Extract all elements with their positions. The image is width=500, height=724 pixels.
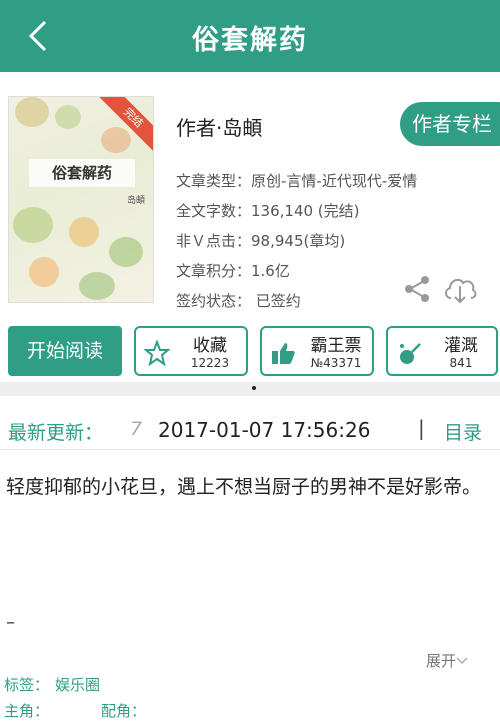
meta-word-count: 全文字数：136,140 (完结) (176, 202, 360, 220)
author-column-button[interactable]: 作者专栏 (400, 102, 500, 146)
tags-row: 标签： 娱乐圈 (4, 674, 100, 695)
cover-author: 岛頔 (127, 196, 146, 206)
meta-type: 文章类型：原创-言情-近代现代-爱情 (176, 172, 418, 190)
book-meta: 文章类型：原创-言情-近代现代-爱情 全文字数：136,140 (完结) 非Ｖ点… (176, 166, 417, 316)
page-indicator-dot (252, 386, 256, 390)
tags-label: 标签： (4, 676, 50, 694)
start-reading-button[interactable]: 开始阅读 (8, 326, 122, 376)
thumbs-up-icon (272, 343, 295, 364)
action-row: 开始阅读 收藏 12223 霸王票 №43371 灌溉 841 (8, 322, 500, 378)
expand-button[interactable]: 展开 (426, 650, 468, 671)
collect-count: 12223 (190, 356, 230, 370)
meta-clicks: 非Ｖ点击：98,945(章均) (176, 232, 346, 250)
watering-can-icon (400, 343, 421, 364)
book-summary: 轻度抑郁的小花旦，遇上不想当厨子的男神不是好影帝。 (6, 476, 482, 498)
collect-button[interactable]: 收藏 12223 (134, 326, 248, 376)
meta-score: 文章积分：1.6亿 (176, 262, 290, 280)
vote-label: 霸王票 (310, 336, 362, 356)
author-name[interactable]: 作者·岛頔 (176, 112, 262, 141)
table-of-contents-link[interactable]: 目录 (444, 418, 482, 445)
meta-contract: 签约状态： 已签约 (176, 292, 301, 310)
top-bar: 俗套解药 (0, 0, 500, 72)
lead-role-label: 主角： (4, 702, 50, 720)
page-title: 俗套解药 (192, 25, 308, 56)
roles-row: 主角： 配角： (4, 700, 146, 721)
section-divider (0, 382, 500, 396)
tag-item[interactable]: 娱乐圈 (55, 676, 100, 694)
chevron-down-icon (456, 657, 468, 664)
expand-label: 展开 (426, 652, 457, 670)
share-icon[interactable] (402, 274, 432, 304)
latest-update-label: 最新更新： (8, 422, 104, 444)
update-prefix: 7 (130, 418, 143, 440)
update-separator: | (418, 416, 425, 440)
book-cover[interactable]: 俗套解药 岛頔 完结 (8, 96, 154, 303)
update-time: 2017-01-07 17:56:26 (158, 418, 371, 442)
star-icon (144, 340, 170, 366)
cover-title: 俗套解药 (29, 159, 135, 187)
water-button[interactable]: 灌溉 841 (386, 326, 498, 376)
latest-update-row[interactable]: 最新更新： 7 2017-01-07 17:56:26 | 目录 (0, 410, 500, 450)
vote-button[interactable]: 霸王票 №43371 (260, 326, 374, 376)
support-role-label: 配角： (101, 702, 147, 720)
water-label: 灌溉 (444, 336, 478, 356)
vote-count: №43371 (310, 356, 362, 370)
collect-label: 收藏 (193, 336, 227, 356)
cloud-download-icon[interactable] (442, 272, 478, 306)
book-info: 俗套解药 岛頔 完结 作者·岛頔 作者专栏 文章类型：原创-言情-近代现代-爱情… (0, 82, 500, 382)
summary-dash: – (6, 612, 15, 633)
water-count: 841 (449, 356, 473, 370)
